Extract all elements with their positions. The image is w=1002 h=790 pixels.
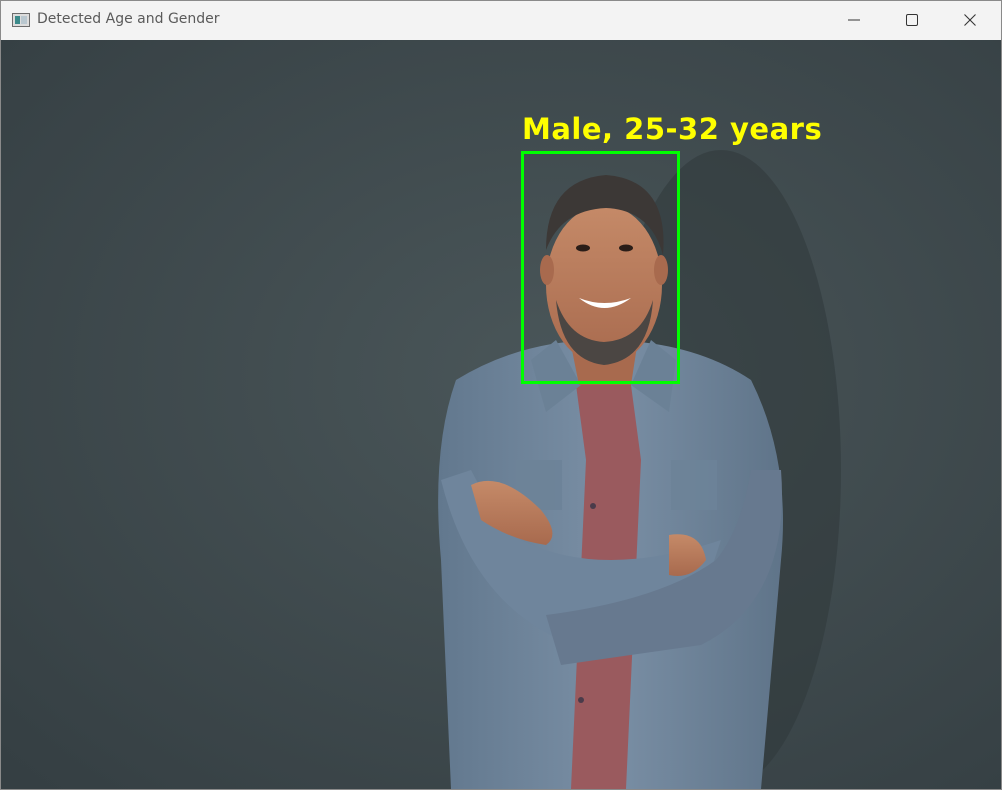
minimize-button[interactable] — [826, 1, 884, 40]
opencv-window-icon — [12, 13, 30, 27]
minimize-icon — [848, 19, 860, 21]
title-bar[interactable]: Detected Age and Gender — [1, 1, 1001, 40]
pocket-right — [671, 460, 717, 510]
window-title: Detected Age and Gender — [37, 11, 220, 27]
photo-man-crossed-arms — [1, 40, 1001, 789]
close-icon — [964, 14, 976, 26]
maximize-button[interactable] — [884, 1, 942, 40]
maximize-icon — [906, 14, 918, 26]
app-window: Detected Age and Gender Male, 25-32 year… — [0, 0, 1002, 790]
detection-label: Male, 25-32 years — [522, 112, 823, 146]
close-button[interactable] — [942, 1, 1000, 40]
image-canvas: Male, 25-32 years — [1, 40, 1001, 789]
face-bounding-box — [521, 151, 680, 384]
